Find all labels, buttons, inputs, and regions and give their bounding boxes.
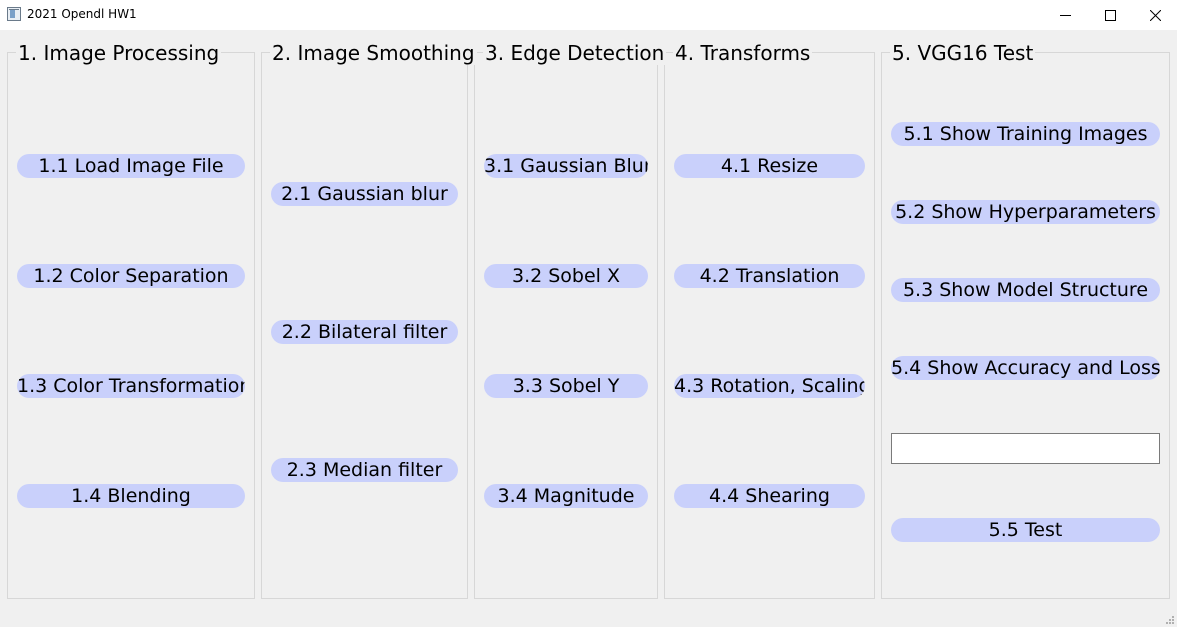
bilateral-filter-button[interactable]: 2.2 Bilateral filter (271, 320, 458, 344)
median-filter-button[interactable]: 2.3 Median filter (271, 458, 458, 482)
group-transforms (664, 52, 875, 599)
gaussian-blur-button[interactable]: 2.1 Gaussian blur (271, 182, 458, 206)
group-title-edge-detection: 3. Edge Detection (483, 41, 667, 65)
group-title-transforms: 4. Transforms (673, 41, 813, 65)
edge-gaussian-blur-button[interactable]: 3.1 Gaussian Blur (484, 154, 648, 178)
group-title-image-smoothing: 2. Image Smoothing (270, 41, 477, 65)
close-icon (1149, 9, 1161, 21)
maximize-icon (1104, 9, 1116, 21)
test-index-input[interactable] (891, 433, 1160, 464)
resize-button[interactable]: 4.1 Resize (674, 154, 865, 178)
group-edge-detection (474, 52, 658, 599)
group-title-vgg16-test: 5. VGG16 Test (890, 41, 1036, 65)
minimize-icon (1059, 14, 1071, 16)
show-accuracy-loss-button[interactable]: 5.4 Show Accuracy and Loss (891, 356, 1160, 380)
sobel-x-button[interactable]: 3.2 Sobel X (484, 264, 648, 288)
maximize-button[interactable] (1087, 0, 1133, 30)
resize-grip-icon[interactable] (1166, 616, 1174, 624)
load-image-file-button[interactable]: 1.1 Load Image File (17, 154, 245, 178)
window-title: 2021 Opendl HW1 (27, 7, 137, 21)
group-image-processing (7, 52, 255, 599)
shearing-button[interactable]: 4.4 Shearing (674, 484, 865, 508)
rotation-scaling-button[interactable]: 4.3 Rotation, Scaling (674, 374, 865, 398)
group-title-image-processing: 1. Image Processing (16, 41, 222, 65)
show-hyperparameters-button[interactable]: 5.2 Show Hyperparameters (891, 200, 1160, 224)
blending-button[interactable]: 1.4 Blending (17, 484, 245, 508)
app-window-icon (7, 7, 21, 21)
title-bar: 2021 Opendl HW1 (0, 0, 1177, 30)
show-training-images-button[interactable]: 5.1 Show Training Images (891, 122, 1160, 146)
color-transformation-button[interactable]: 1.3 Color Transformation (17, 374, 245, 398)
translation-button[interactable]: 4.2 Translation (674, 264, 865, 288)
color-separation-button[interactable]: 1.2 Color Separation (17, 264, 245, 288)
close-button[interactable] (1132, 0, 1177, 30)
test-button[interactable]: 5.5 Test (891, 518, 1160, 542)
minimize-button[interactable] (1042, 0, 1088, 30)
sobel-y-button[interactable]: 3.3 Sobel Y (484, 374, 648, 398)
show-model-structure-button[interactable]: 5.3 Show Model Structure (891, 278, 1160, 302)
magnitude-button[interactable]: 3.4 Magnitude (484, 484, 648, 508)
